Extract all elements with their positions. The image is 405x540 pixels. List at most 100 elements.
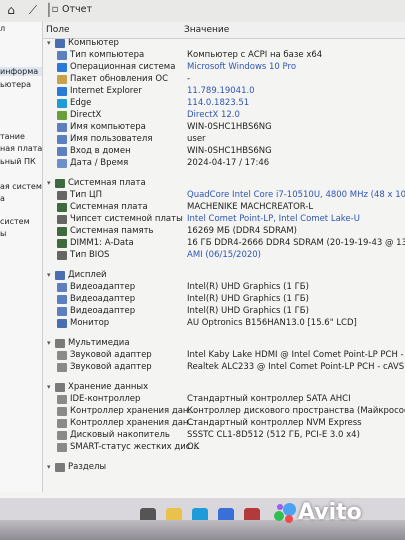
value-cell[interactable]: Microsoft Windows 10 Pro [187,62,296,72]
column-field-header[interactable]: Поле [46,25,70,35]
table-row[interactable]: Монитор AU Optronics B156HAN13.0 [15.6" L… [43,318,405,330]
table-row[interactable]: Контроллер хранения дан... Стандартный ко… [43,418,405,430]
table-row[interactable]: Тип ЦП QuadCore Intel Core i7-10510U, 480… [43,190,405,202]
table-row[interactable]: Звуковой адаптер Realtek ALC233 @ Intel C… [43,362,405,374]
field-cell: Тип BIOS [57,250,109,260]
table-row[interactable]: Видеоадаптер Intel(R) UHD Graphics (1 ГБ) [43,294,405,306]
table-row[interactable]: Вход в домен WIN-0SHC1HBS6NG [43,146,405,158]
value-cell: AU Optronics B156HAN13.0 [15.6" LCD] [187,318,357,328]
nav-item[interactable]: систем [0,217,30,226]
details-list: ▾ Компьютер Тип компьютера Компьютер с ACPI… [43,38,405,498]
value-cell[interactable]: AMI (06/15/2020) [187,250,261,260]
display-icon [55,270,65,280]
field-label: Контроллер хранения дан... [70,406,197,416]
table-row[interactable]: Видеоадаптер Intel(R) UHD Graphics (1 ГБ) [43,306,405,318]
nav-item[interactable]: ная плата [0,144,42,153]
group-row[interactable]: ▾ Разделы [43,462,405,474]
field-cell: ▾ Разделы [47,462,106,472]
nav-item[interactable]: тание [0,132,25,141]
column-header: Поле Значение [43,22,405,39]
expand-icon[interactable]: ▾ [47,339,55,347]
value-cell: Компьютер с ACPI на базе x64 [187,50,323,60]
nav-item[interactable]: л [0,24,5,33]
value-cell[interactable]: Intel Comet Point-LP, Intel Comet Lake-U [187,214,360,224]
table-row[interactable]: Видеоадаптер Intel(R) UHD Graphics (1 ГБ) [43,282,405,294]
nav-item[interactable]: ы [0,229,6,238]
home-icon[interactable]: ⌂ [2,2,20,18]
field-cell: ▾ Компьютер [47,38,119,48]
table-row[interactable]: DIMM1: A-Data 16 ГБ DDR4-2666 DDR4 SDRAM … [43,238,405,250]
value-cell: Стандартный контроллер NVM Express [187,418,362,428]
field-cell: ▾ Системная плата [47,178,146,188]
field-cell: DirectX [57,110,101,120]
expand-icon[interactable]: ▾ [47,39,55,47]
field-label: Edge [70,98,92,108]
field-label: Компьютер [68,38,119,48]
field-label: Разделы [68,462,107,472]
field-label: Видеоадаптер [70,306,136,316]
value-cell: WIN-0SHC1HBS6NG [187,146,272,156]
nav-item[interactable]: ая система [0,182,42,191]
value-cell[interactable]: 114.0.1823.51 [187,98,249,108]
table-row[interactable]: Тип компьютера Компьютер с ACPI на базе x… [43,50,405,62]
column-value-header[interactable]: Значение [184,25,229,35]
navigation-pane: л информа ьютера тание ная плата ьный ПК ая си… [0,22,43,492]
field-cell: Звуковой адаптер [57,350,152,360]
field-label: Тип компьютера [70,50,145,60]
table-row[interactable]: DirectX DirectX 12.0 [43,110,405,122]
table-row[interactable]: Пакет обновления ОС - [43,74,405,86]
report-button[interactable]: Отчет [62,4,92,15]
group-row[interactable]: ▾ Системная плата [43,178,405,190]
field-cell: ▾ Хранение данных [47,382,148,392]
table-row[interactable]: SMART-статус жестких дис... OK [43,442,405,454]
table-row[interactable]: Дисковый накопитель SSSTC CL1-8D512 (512 … [43,430,405,442]
group-row[interactable]: ▾ Мультимедиа [43,338,405,350]
value-cell: 2024-04-17 / 17:46 [187,158,270,168]
value-cell: Стандартный контроллер SATA AHCI [187,394,351,404]
field-cell: ▾ Мультимедиа [47,338,130,348]
expand-icon[interactable]: ▾ [47,271,55,279]
nav-item[interactable]: а [0,194,5,203]
calendar-icon [57,158,67,168]
expand-icon[interactable]: ▾ [47,179,55,187]
nav-item[interactable]: ьютера [0,80,31,89]
report-icon[interactable]: ▫ [50,2,60,18]
table-row[interactable]: Имя компьютера WIN-0SHC1HBS6NG [43,122,405,134]
table-row[interactable]: Имя пользователя user [43,134,405,146]
field-cell: Edge [57,98,91,108]
field-label: Контроллер хранения дан... [70,418,197,428]
table-row[interactable]: Тип BIOS AMI (06/15/2020) [43,250,405,262]
table-row[interactable]: Контроллер хранения дан... Контроллер дис… [43,406,405,418]
field-label: Дата / Время [70,158,129,168]
chart-icon[interactable]: ⟋ [24,2,42,18]
field-label: Системная плата [70,202,148,212]
value-cell[interactable]: DirectX 12.0 [187,110,240,120]
table-row[interactable]: Операционная система Microsoft Windows 10… [43,62,405,74]
field-label: DirectX [70,110,102,120]
group-row[interactable]: ▾ Хранение данных [43,382,405,394]
table-row[interactable]: Системная память 16269 МБ (DDR4 SDRAM) [43,226,405,238]
field-label: Тип ЦП [70,190,102,200]
table-row[interactable]: Internet Explorer 11.789.19041.0 [43,86,405,98]
value-cell[interactable]: QuadCore Intel Core i7-10510U, 4800 MHz … [187,190,405,200]
table-row[interactable]: IDE-контроллер Стандартный контроллер SAT… [43,394,405,406]
table-row[interactable]: Edge 114.0.1823.51 [43,98,405,110]
expand-icon[interactable]: ▾ [47,463,55,471]
expand-icon[interactable]: ▾ [47,383,55,391]
group-row[interactable]: ▾ Компьютер [43,38,405,50]
table-row[interactable]: Чипсет системной платы Intel Comet Point-… [43,214,405,226]
ie-icon [57,86,67,96]
field-label: IDE-контроллер [70,394,141,404]
storage-icon [55,382,65,392]
value-cell[interactable]: 11.789.19041.0 [187,86,255,96]
group-row[interactable]: ▾ Дисплей [43,270,405,282]
nav-item[interactable]: ьный ПК [0,157,36,166]
table-row[interactable]: Дата / Время 2024-04-17 / 17:46 [43,158,405,170]
table-row[interactable]: Звуковой адаптер Intel Kaby Lake HDMI @ I… [43,350,405,362]
nav-item[interactable]: информа [0,67,42,76]
field-cell: Операционная система [57,62,175,72]
field-cell: Видеоадаптер [57,294,135,304]
table-row[interactable]: Системная плата MACHENIKE MACHCREATOR-L [43,202,405,214]
computer-icon [55,38,65,48]
field-cell: Тип ЦП [57,190,102,200]
